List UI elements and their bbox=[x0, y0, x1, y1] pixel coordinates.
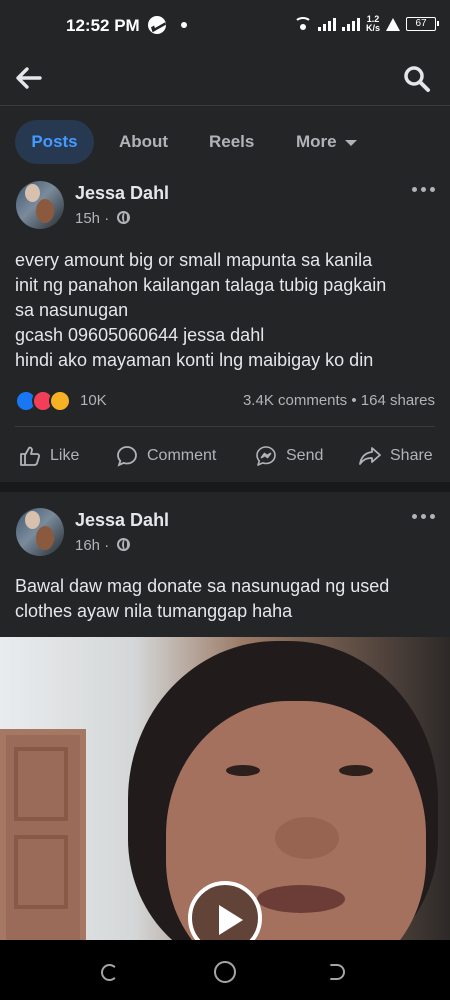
post-meta: 15h · bbox=[75, 210, 131, 227]
tab-about[interactable]: About bbox=[119, 120, 168, 164]
shares-count[interactable]: 164 shares bbox=[361, 392, 435, 409]
post-stats[interactable]: 3.4K comments • 164 shares bbox=[243, 392, 435, 409]
reaction-count: 10K bbox=[80, 392, 107, 409]
like-button[interactable]: Like bbox=[18, 444, 79, 468]
signal-icon bbox=[317, 17, 336, 31]
dot-icon bbox=[181, 22, 187, 28]
avatar[interactable] bbox=[16, 181, 64, 229]
warning-icon bbox=[386, 17, 400, 31]
post-author[interactable]: Jessa Dahl bbox=[75, 183, 169, 204]
post-time: 16h bbox=[75, 537, 101, 554]
wifi-icon bbox=[293, 17, 312, 31]
post-text: Bawal daw mag donate sa nasunugad ng use… bbox=[15, 574, 435, 624]
network-speed: 1.2 K/s bbox=[366, 15, 380, 33]
video-person-eye bbox=[339, 765, 373, 776]
video-door bbox=[0, 729, 86, 940]
comment-label: Comment bbox=[147, 447, 217, 464]
android-nav-bar bbox=[0, 940, 450, 1000]
post-text-line: every amount big or small mapunta sa kan… bbox=[15, 250, 373, 270]
video-person-eye bbox=[226, 765, 260, 776]
tab-more-label: More bbox=[296, 132, 337, 151]
post-text-line: init ng panahon kailangan talaga tubig p… bbox=[15, 275, 387, 295]
recent-apps-icon[interactable] bbox=[101, 964, 118, 981]
action-divider bbox=[15, 426, 435, 427]
send-label: Send bbox=[286, 447, 324, 464]
post: Jessa Dahl 15h · every amount big or sma… bbox=[0, 180, 450, 482]
messenger-icon bbox=[148, 16, 166, 34]
arrow-left-icon[interactable] bbox=[14, 64, 44, 92]
like-label: Like bbox=[50, 447, 80, 464]
profile-tabs: Posts About Reels More bbox=[0, 106, 450, 180]
post-meta: 16h · bbox=[75, 537, 131, 554]
post-text-line: sa nasunugan bbox=[15, 300, 129, 320]
globe-icon bbox=[117, 538, 131, 551]
home-icon[interactable] bbox=[214, 961, 236, 983]
share-icon bbox=[359, 447, 381, 465]
chevron-down-icon bbox=[344, 139, 357, 146]
post-time: 15h bbox=[75, 210, 101, 227]
globe-icon bbox=[117, 211, 131, 224]
network-speed-unit: K/s bbox=[365, 23, 380, 33]
video-preview[interactable] bbox=[0, 637, 450, 940]
top-bar bbox=[0, 52, 450, 106]
post-author[interactable]: Jessa Dahl bbox=[75, 510, 169, 531]
tab-posts[interactable]: Posts bbox=[15, 120, 94, 164]
status-icons: 1.2 K/s 67 bbox=[293, 15, 439, 33]
play-icon bbox=[219, 905, 243, 935]
tab-more[interactable]: More bbox=[296, 120, 357, 164]
post: Jessa Dahl 16h · Bawal daw mag donate sa… bbox=[0, 492, 450, 1000]
post-text: every amount big or small mapunta sa kan… bbox=[15, 248, 435, 373]
comment-button[interactable]: Comment bbox=[115, 444, 216, 468]
care-reaction-icon bbox=[49, 390, 71, 412]
battery-icon: 67 bbox=[406, 17, 439, 31]
status-time: 12:52 PM bbox=[66, 16, 140, 35]
post-options-icon[interactable] bbox=[412, 511, 436, 521]
avatar[interactable] bbox=[16, 508, 64, 556]
signal-icon-secondary bbox=[341, 17, 360, 31]
post-text-line: hindi ako mayaman konti lng maibigay ko … bbox=[15, 350, 374, 370]
like-icon bbox=[20, 446, 41, 466]
comment-icon bbox=[117, 446, 137, 467]
status-bar: 12:52 PM 1.2 K/s 67 bbox=[0, 0, 450, 52]
share-label: Share bbox=[390, 447, 433, 464]
share-button[interactable]: Share bbox=[358, 444, 433, 468]
back-icon[interactable] bbox=[329, 964, 345, 980]
post-text-line: gcash 09605060644 jessa dahl bbox=[15, 325, 265, 345]
video-person-mouth bbox=[257, 885, 345, 913]
send-button[interactable]: Send bbox=[254, 444, 323, 468]
search-icon[interactable] bbox=[402, 64, 432, 94]
post-text-line: Bawal daw mag donate sa nasunugad ng use… bbox=[15, 576, 390, 596]
messenger-send-icon bbox=[256, 446, 276, 466]
tab-reels[interactable]: Reels bbox=[209, 120, 254, 164]
video-person-nose bbox=[275, 817, 339, 859]
post-text-line: clothes ayaw nila tumanggap haha bbox=[15, 601, 293, 621]
post-options-icon[interactable] bbox=[412, 184, 436, 194]
comments-count[interactable]: 3.4K comments bbox=[243, 392, 347, 409]
battery-level: 67 bbox=[415, 18, 427, 29]
